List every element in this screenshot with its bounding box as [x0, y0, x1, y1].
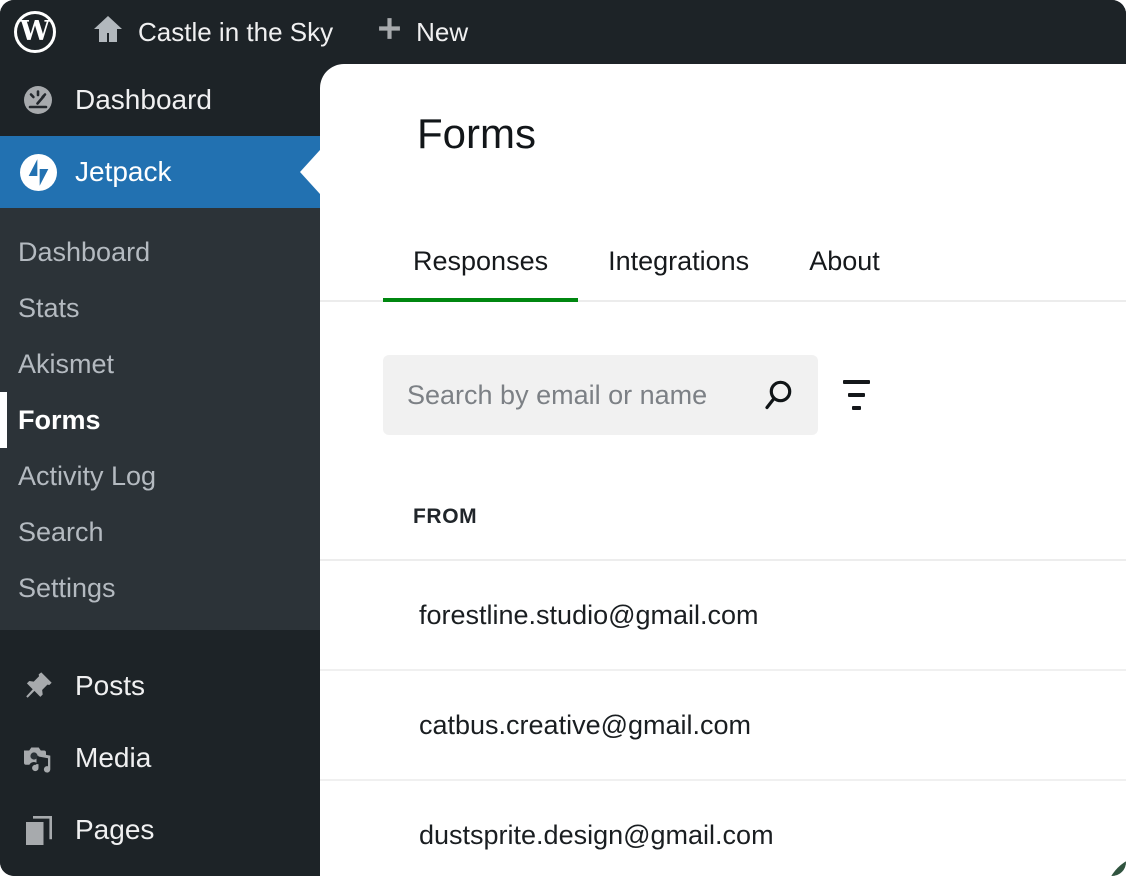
sidebar-item-media[interactable]: Media — [0, 722, 320, 794]
filter-icon — [843, 380, 870, 384]
jetpack-icon — [19, 154, 57, 191]
wordpress-logo-icon: W — [14, 11, 56, 53]
dashboard-gauge-icon — [19, 83, 57, 117]
submenu-item-dashboard[interactable]: Dashboard — [0, 224, 320, 280]
sidebar-item-label: Posts — [75, 670, 145, 702]
media-icon — [19, 741, 57, 775]
sidebar-item-label: Dashboard — [75, 84, 212, 116]
submenu-item-search[interactable]: Search — [0, 504, 320, 560]
wordpress-admin-screen: W Castle in the Sky New — [0, 0, 1126, 876]
sidebar-item-dashboard[interactable]: Dashboard — [0, 64, 320, 136]
tab-integrations[interactable]: Integrations — [578, 212, 779, 300]
tabs: Responses Integrations About — [320, 212, 1126, 302]
new-content-button[interactable]: New — [377, 16, 468, 48]
search-icon[interactable] — [760, 377, 796, 413]
response-from-email[interactable]: catbus.creative@gmail.com — [419, 710, 751, 741]
main-content: Forms Responses Integrations About — [320, 64, 1126, 876]
filter-button[interactable] — [843, 380, 870, 410]
sidebar-item-pages[interactable]: Pages — [0, 794, 320, 866]
submenu-item-stats[interactable]: Stats — [0, 280, 320, 336]
sidebar-item-posts[interactable]: Posts — [0, 650, 320, 722]
site-name: Castle in the Sky — [138, 17, 333, 48]
submenu-item-akismet[interactable]: Akismet — [0, 336, 320, 392]
table-column-from: FROM — [413, 505, 1126, 529]
plus-icon — [377, 16, 402, 48]
sidebar-item-label: Pages — [75, 814, 154, 846]
tab-responses[interactable]: Responses — [383, 212, 578, 300]
response-from-email[interactable]: dustsprite.design@gmail.com — [419, 820, 774, 851]
search-input[interactable] — [383, 355, 818, 435]
submenu-item-settings[interactable]: Settings — [0, 560, 320, 616]
new-label: New — [416, 17, 468, 48]
pushpin-icon — [19, 670, 57, 702]
page-title: Forms — [320, 64, 1126, 158]
search-row — [383, 355, 1126, 435]
sidebar-item-label: Media — [75, 742, 151, 774]
table-row[interactable]: dustsprite.design@gmail.com — [320, 781, 1126, 876]
wordpress-logo-menu[interactable]: W — [14, 11, 56, 53]
sidebar-item-label: Jetpack — [75, 156, 172, 188]
jetpack-submenu: Dashboard Stats Akismet Forms Activity L… — [0, 208, 320, 630]
tab-about[interactable]: About — [779, 212, 910, 300]
current-menu-arrow — [300, 150, 320, 194]
submenu-item-activity-log[interactable]: Activity Log — [0, 448, 320, 504]
site-home-link[interactable]: Castle in the Sky — [92, 14, 333, 51]
submenu-item-forms[interactable]: Forms — [0, 392, 320, 448]
search-box — [383, 355, 818, 435]
pages-icon — [19, 814, 57, 847]
admin-sidebar: Dashboard Jetpack Dashboard Stats Akisme… — [0, 64, 320, 876]
sidebar-item-jetpack[interactable]: Jetpack — [0, 136, 320, 208]
table-row[interactable]: catbus.creative@gmail.com — [320, 671, 1126, 781]
table-row[interactable]: forestline.studio@gmail.com — [320, 561, 1126, 671]
wordpress-logo-letter: W — [20, 18, 50, 45]
home-icon — [92, 14, 124, 51]
admin-bar: W Castle in the Sky New — [0, 0, 1126, 64]
response-from-email[interactable]: forestline.studio@gmail.com — [419, 600, 759, 631]
